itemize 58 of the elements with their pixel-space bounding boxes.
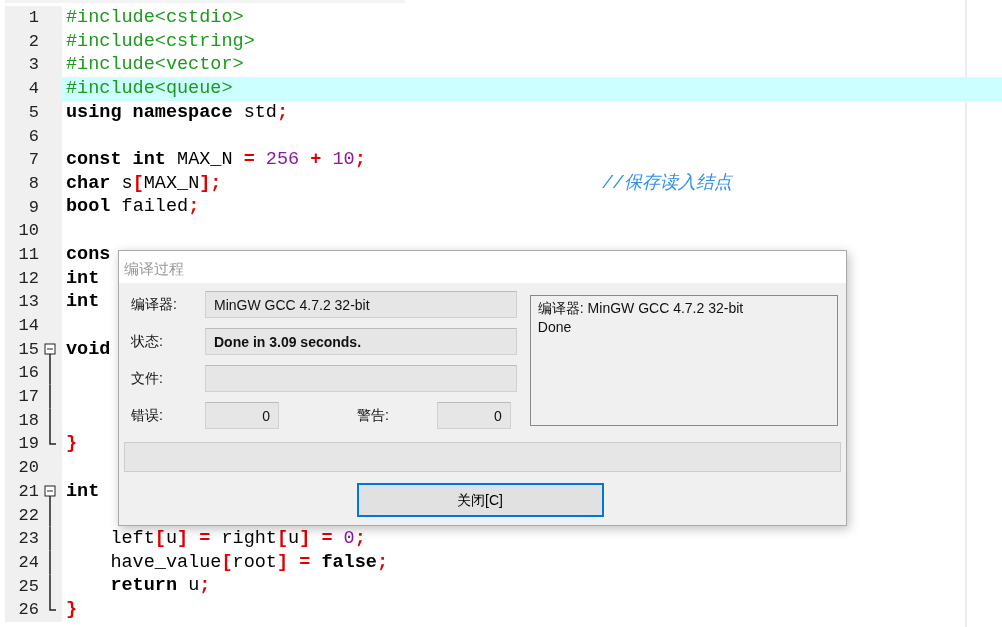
error-count-field: 0 (205, 402, 279, 429)
code-line: #include<vector> (65, 53, 244, 78)
line-number: 16 (17, 362, 39, 385)
code-line: #include<cstring> (65, 29, 255, 54)
code-line: int (65, 290, 100, 315)
code-line: const int MAX_N = 256 + 10; (65, 148, 366, 173)
line-number: 23 (17, 528, 39, 551)
line-number: 21 (17, 480, 39, 503)
output-field: Done in 3.09 seconds. (205, 328, 517, 355)
code-line: char s[MAX_N]; (65, 171, 222, 196)
line-number: 10 (17, 220, 39, 243)
line-number: 12 (17, 267, 39, 290)
field-label: 文件: (130, 369, 164, 388)
field-label: 错误: (130, 406, 164, 425)
code-comment: //保存读入结点 (602, 172, 732, 196)
line-number: 3 (27, 54, 39, 77)
code-line: cons (65, 242, 111, 267)
line-number: 17 (17, 386, 39, 409)
code-line: bool failed; (65, 195, 200, 220)
line-number: 8 (27, 172, 39, 195)
code-line: int (65, 266, 100, 291)
log-line: 编译器: MinGW GCC 4.7.2 32-bit (537, 299, 745, 318)
line-number: 4 (27, 78, 39, 101)
line-number: 24 (17, 551, 39, 574)
dialog-title: 编译过程 (119, 251, 846, 283)
code-line: using namespace std; (65, 100, 289, 125)
line-number: 20 (17, 457, 39, 480)
close-button[interactable]: 关闭[C] (356, 483, 604, 517)
code-line: left[u] = right[u] = 0; (109, 527, 366, 552)
warning-count-field: 0 (436, 402, 511, 429)
line-number: 13 (17, 291, 39, 314)
line-number: 7 (27, 149, 39, 172)
code-line: have_value[root] = false; (109, 550, 388, 575)
code-line: return u; (109, 574, 211, 599)
line-number: 11 (17, 243, 39, 266)
field-label: 警告: (357, 406, 389, 425)
code-line: #include<cstdio> (65, 5, 244, 30)
log-line: Done (537, 317, 573, 337)
line-number: 26 (17, 599, 39, 622)
line-number: 9 (27, 196, 39, 219)
code-line: } (65, 598, 78, 623)
line-number: 15 (17, 338, 39, 361)
line-number: 2 (27, 30, 39, 53)
code-line: int (65, 479, 100, 504)
line-number: 19 (17, 433, 39, 456)
line-number: 1 (27, 7, 39, 30)
field-label: 状态: (130, 332, 164, 351)
code-line: } (65, 432, 78, 457)
output-field: MinGW GCC 4.7.2 32-bit (205, 291, 517, 318)
code-line: void (65, 337, 111, 362)
line-number: 6 (27, 125, 39, 148)
line-number: 5 (27, 101, 39, 124)
line-number: 25 (17, 575, 39, 598)
field-label: 编译器: (130, 295, 178, 314)
line-number: 18 (17, 409, 39, 432)
line-number: 14 (17, 315, 39, 338)
code-line: #include<queue> (65, 77, 233, 102)
line-number: 22 (17, 504, 39, 527)
